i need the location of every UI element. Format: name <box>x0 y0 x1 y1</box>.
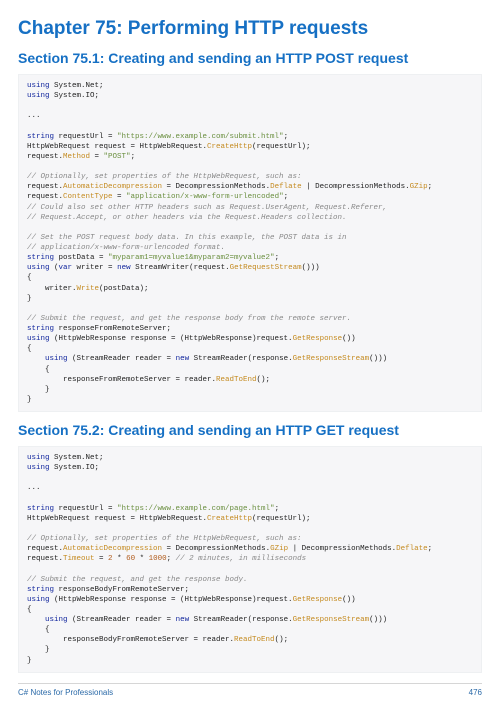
section-1-title: Section 75.1: Creating and sending an HT… <box>18 50 482 66</box>
code-block-1: using System.Net; using System.IO; ... s… <box>18 74 482 412</box>
chapter-title: Chapter 75: Performing HTTP requests <box>18 18 482 40</box>
section-2-title: Section 75.2: Creating and sending an HT… <box>18 422 482 438</box>
code-block-2: using System.Net; using System.IO; ... s… <box>18 446 482 673</box>
page-footer: C# Notes for Professionals 476 <box>18 683 482 697</box>
footer-page-number: 476 <box>469 688 482 697</box>
footer-book-title: C# Notes for Professionals <box>18 688 113 697</box>
